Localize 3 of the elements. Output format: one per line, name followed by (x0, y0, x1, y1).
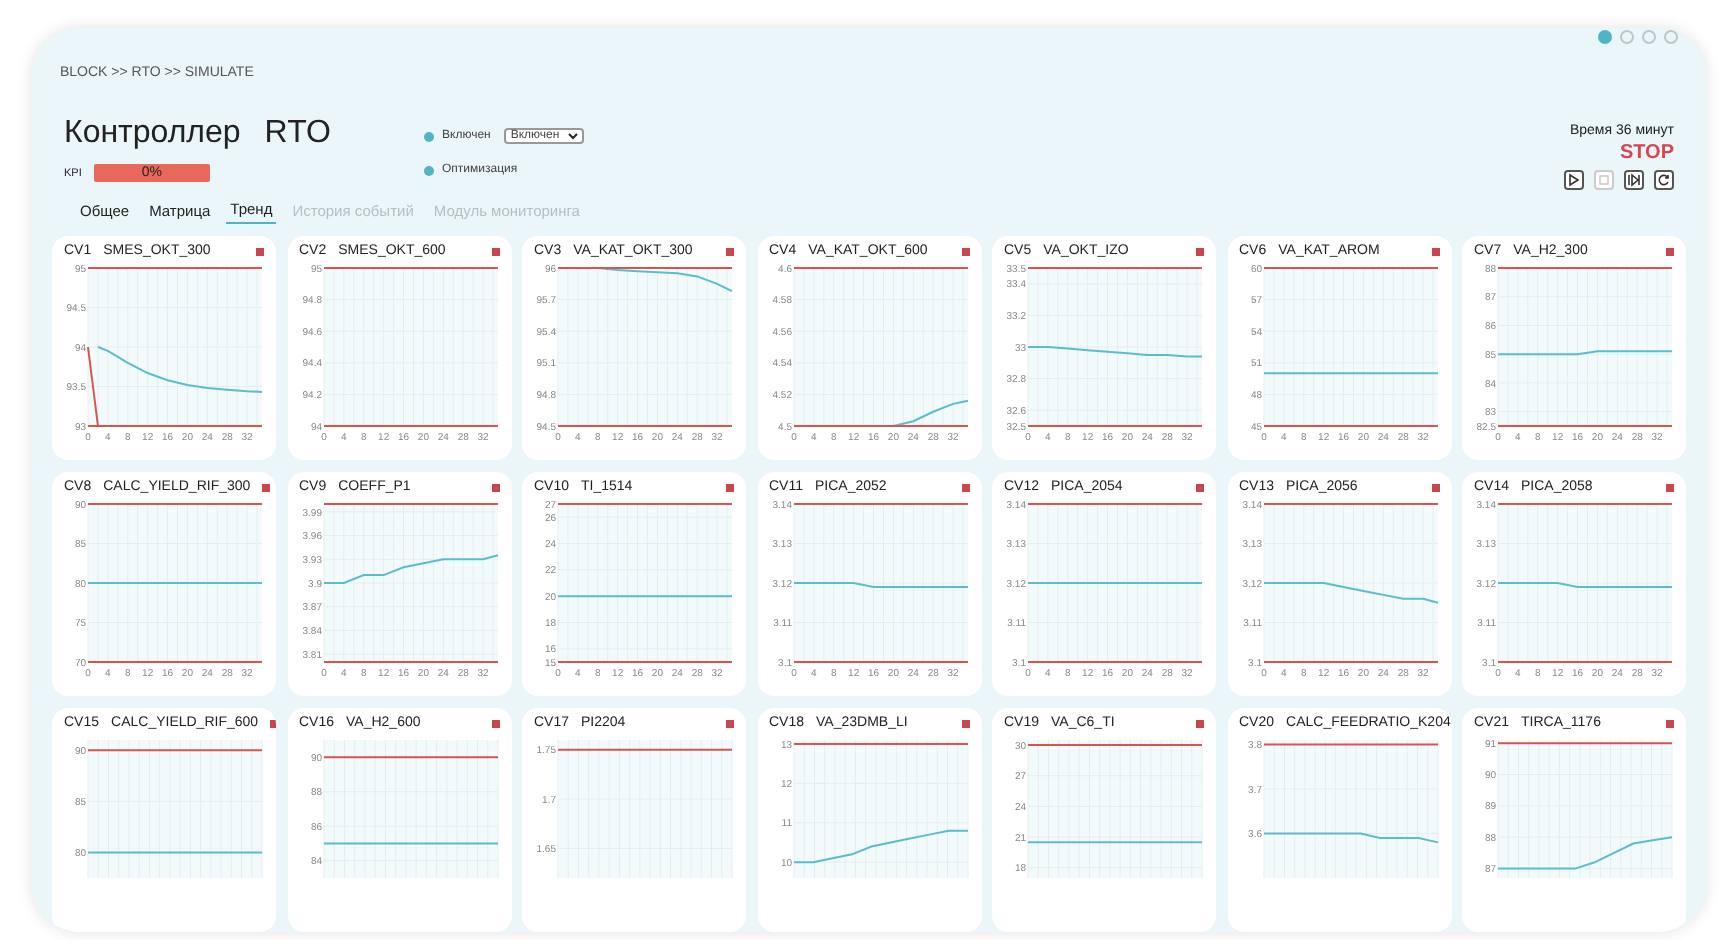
run-state: STOP (1619, 142, 1674, 164)
controller-name: RTO (264, 116, 331, 152)
page-title: Контроллер (64, 116, 241, 152)
